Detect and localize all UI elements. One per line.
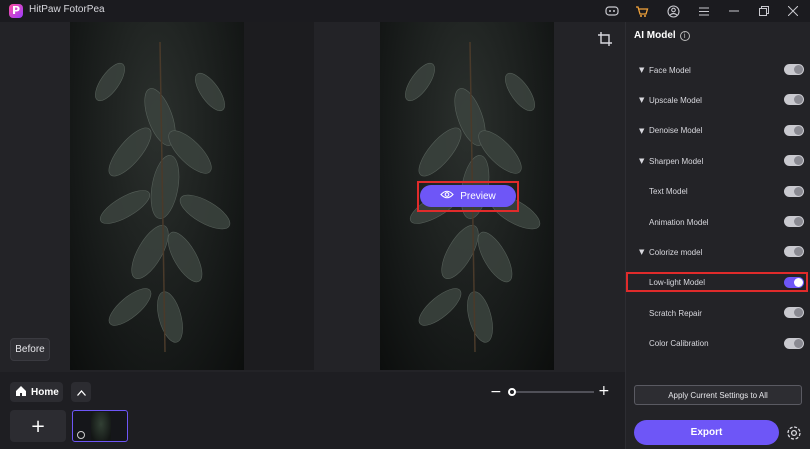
- model-toggle[interactable]: [784, 307, 804, 319]
- image-thumbnail[interactable]: [72, 410, 128, 442]
- caret-down-icon[interactable]: ▼: [639, 248, 649, 256]
- close-icon[interactable]: [785, 3, 801, 19]
- model-row[interactable]: Color Calibration: [634, 336, 804, 352]
- model-row[interactable]: ▼ Colorize model: [634, 244, 804, 260]
- home-label: Home: [31, 386, 59, 398]
- model-toggle[interactable]: [784, 246, 804, 258]
- cart-icon[interactable]: [634, 3, 650, 19]
- app-logo-icon: [9, 4, 23, 18]
- clock-icon: [77, 431, 85, 439]
- caret-down-icon[interactable]: ▼: [639, 96, 649, 104]
- thumbnail-image: [91, 412, 111, 441]
- app-title: HitPaw FotorPea: [29, 4, 105, 15]
- restore-icon[interactable]: [756, 3, 772, 19]
- model-label: Colorize model: [649, 247, 703, 257]
- canvas-area: [0, 22, 625, 372]
- model-label: Face Model: [649, 65, 691, 75]
- model-row[interactable]: ▼ Denoise Model: [634, 123, 804, 139]
- model-row[interactable]: ▼ Sharpen Model: [634, 153, 804, 169]
- account-icon[interactable]: [665, 3, 681, 19]
- model-toggle[interactable]: [784, 64, 804, 75]
- discord-icon[interactable]: [604, 3, 620, 19]
- preview-label: Preview: [460, 190, 496, 202]
- model-label: Upscale Model: [649, 95, 702, 105]
- model-row[interactable]: Text Model: [634, 184, 804, 200]
- canvas-gap: [244, 22, 314, 370]
- before-button[interactable]: Before: [10, 338, 50, 361]
- panel-title-text: AI Model: [634, 30, 676, 41]
- model-row[interactable]: ▼ Face Model: [634, 62, 804, 78]
- model-row[interactable]: Scratch Repair: [634, 305, 804, 321]
- title-bar: HitPaw FotorPea: [0, 0, 810, 22]
- model-label: Color Calibration: [649, 339, 709, 349]
- home-icon: [16, 385, 26, 399]
- zoom-out-button[interactable]: −: [490, 385, 502, 399]
- add-image-button[interactable]: +: [10, 410, 66, 442]
- caret-down-icon[interactable]: ▼: [639, 127, 649, 135]
- model-row[interactable]: Animation Model: [634, 214, 804, 230]
- model-toggle[interactable]: [784, 155, 804, 167]
- apply-all-button[interactable]: Apply Current Settings to All: [634, 385, 802, 405]
- caret-down-icon[interactable]: ▼: [639, 157, 649, 165]
- minimize-icon[interactable]: [726, 3, 742, 19]
- model-label: Text Model: [649, 187, 688, 197]
- model-toggle[interactable]: [784, 216, 804, 227]
- model-label: Denoise Model: [649, 126, 703, 136]
- preview-button[interactable]: Preview: [420, 185, 516, 207]
- model-label: Scratch Repair: [649, 308, 702, 318]
- model-row[interactable]: ▼ Upscale Model: [634, 92, 804, 108]
- gear-icon[interactable]: [786, 425, 802, 441]
- zoom-slider-handle[interactable]: [508, 388, 516, 396]
- collapse-button[interactable]: [71, 382, 91, 402]
- info-icon[interactable]: i: [679, 30, 690, 41]
- zoom-slider-track[interactable]: [512, 391, 594, 393]
- panel-title: AI Model i: [634, 30, 690, 41]
- model-label: Sharpen Model: [649, 156, 704, 166]
- model-toggle[interactable]: [784, 337, 804, 349]
- home-button[interactable]: Home: [10, 382, 63, 402]
- menu-icon[interactable]: [696, 3, 712, 19]
- low-light-highlight: [626, 272, 808, 292]
- chevron-up-icon: [76, 383, 86, 401]
- caret-down-icon[interactable]: ▼: [639, 66, 649, 74]
- model-label: Animation Model: [649, 217, 709, 227]
- eye-icon: [440, 190, 454, 202]
- zoom-in-button[interactable]: +: [598, 384, 610, 398]
- model-toggle[interactable]: [784, 94, 804, 106]
- original-photo: [70, 22, 244, 370]
- model-toggle[interactable]: [784, 185, 804, 197]
- model-toggle[interactable]: [784, 124, 804, 136]
- crop-icon[interactable]: [598, 32, 612, 46]
- export-button[interactable]: Export: [634, 420, 779, 445]
